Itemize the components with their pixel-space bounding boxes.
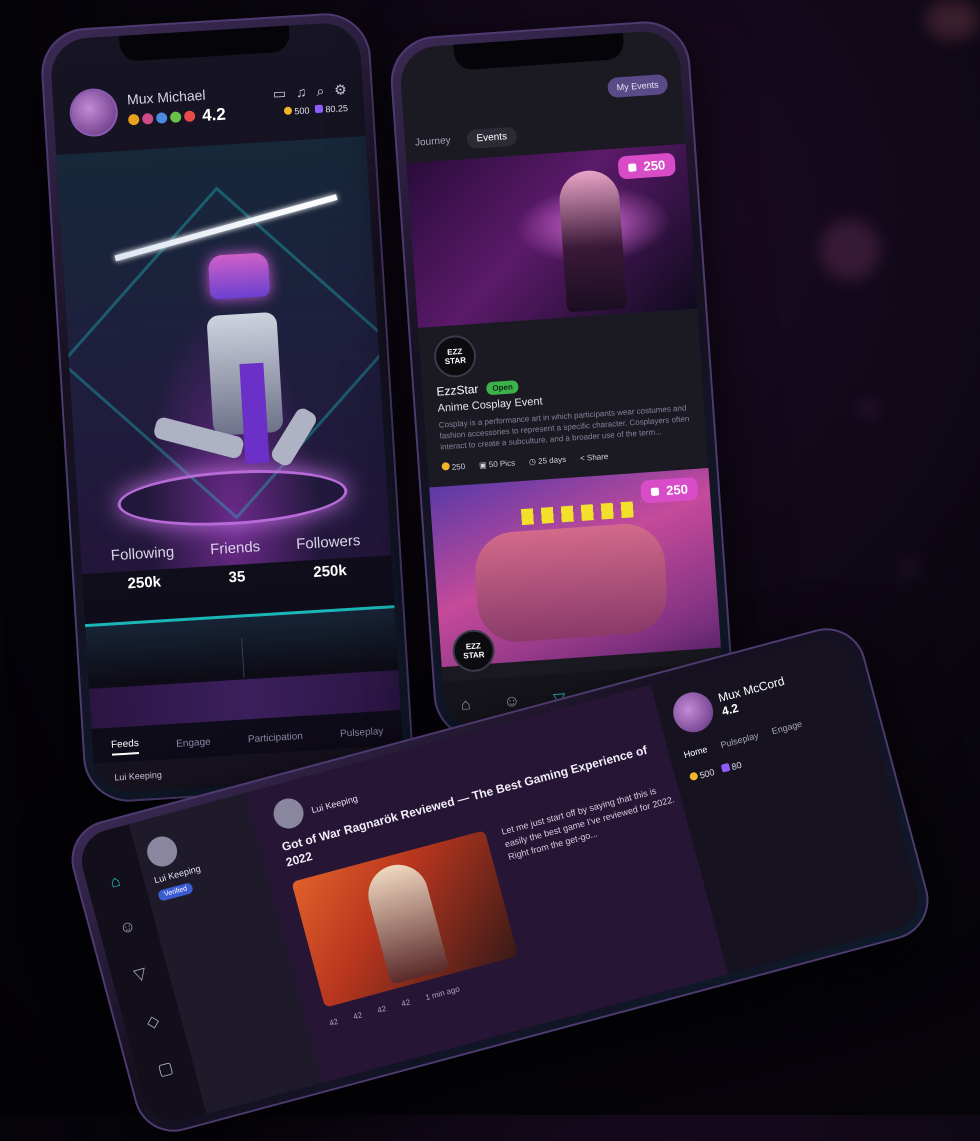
post-author: Lui Keeping: [310, 793, 359, 816]
avatar[interactable]: [668, 687, 718, 737]
user-name: Mux Michael: [126, 86, 206, 108]
tab-journey[interactable]: Journey: [415, 135, 451, 148]
divider-line: [241, 637, 245, 678]
event-duration: ◷ 25 days: [528, 454, 567, 466]
tab-pulseplay[interactable]: Pulseplay: [719, 730, 759, 750]
tab-participation[interactable]: Participation: [248, 730, 304, 744]
gem-icon: [650, 486, 660, 496]
gem-icon: [628, 162, 637, 172]
header-actions: ▭ ♫ ⌕ ⚙ 500 80.25: [272, 81, 348, 117]
coin-icon: [688, 771, 699, 782]
avatar[interactable]: [68, 87, 120, 139]
verified-tag: Verified: [157, 881, 195, 902]
events-screen: My Events Journey Events 250 EZZ STAR Ez…: [398, 29, 726, 732]
stat-friends[interactable]: Friends 35: [210, 538, 263, 587]
share-button[interactable]: < Share: [580, 451, 609, 462]
host-name: EzzStar: [435, 381, 479, 399]
balance: 500 80.25: [284, 103, 348, 117]
bell-icon[interactable]: ♫: [295, 84, 307, 102]
stat-following[interactable]: Following 250k: [110, 544, 176, 594]
tab-feeds[interactable]: Feeds: [110, 738, 140, 756]
phone-notch: [119, 25, 291, 62]
event-coins: 250: [441, 461, 465, 473]
robot-character: [114, 194, 339, 540]
badge-icon: [155, 112, 168, 124]
header-icons: ▭ ♫ ⌕ ⚙: [272, 81, 347, 102]
sidebar-profile: Mux McCord 4.2: [668, 653, 849, 737]
event-pics: ▣ 50 Pics: [478, 457, 516, 470]
stat-value: 250k: [127, 573, 162, 593]
background-glow: [900, 560, 916, 576]
badge-icon: [127, 113, 140, 126]
stat-label: Friends: [209, 538, 261, 559]
event-price-badge: 250: [640, 476, 699, 504]
phone-notch: [453, 32, 625, 71]
tab-engage[interactable]: Engage: [176, 736, 211, 749]
share-count[interactable]: 42: [376, 1004, 387, 1015]
tab-pulseplay[interactable]: Pulseplay: [340, 726, 384, 740]
gear-icon[interactable]: ⚙: [334, 81, 348, 99]
stat-label: Followers: [295, 532, 361, 554]
gem-balance: 80: [720, 760, 743, 775]
chat-icon[interactable]: ▭: [272, 85, 286, 103]
sidebar-user-info: Mux McCord 4.2: [717, 674, 790, 719]
event-price-badge: 250: [617, 152, 676, 180]
home-icon[interactable]: ⌂: [460, 696, 471, 715]
stat-followers[interactable]: Followers 250k: [296, 532, 363, 582]
robot-head: [207, 252, 271, 300]
background-glow: [820, 220, 880, 280]
comment-count[interactable]: 42: [352, 1010, 363, 1021]
profile-screen: Mux Michael 4.2 ▭ ♫ ⌕ ⚙ 500 80.25 Follow…: [49, 21, 405, 794]
user-badges: 4.2: [127, 104, 227, 130]
background-glow: [860, 400, 878, 418]
price-value: 250: [643, 157, 666, 174]
stat-label: Following: [110, 543, 175, 565]
neon-sign: [520, 500, 642, 526]
play-icon[interactable]: ▽: [132, 963, 149, 986]
badge-icon: [141, 112, 154, 125]
user-info: Mux Michael 4.2: [126, 85, 226, 130]
coin-icon: [284, 106, 293, 115]
bookmark-count[interactable]: 42: [400, 998, 411, 1009]
stat-value: 250k: [312, 562, 348, 582]
badge-icon: [169, 111, 182, 123]
avatar[interactable]: [270, 795, 307, 832]
my-events-button[interactable]: My Events: [607, 73, 669, 99]
post-time: 1 min ago: [424, 984, 461, 1003]
like-count[interactable]: 42: [328, 1017, 339, 1028]
stat-value: 35: [228, 568, 246, 587]
profile-hero-image: [56, 136, 394, 575]
background-glow: [925, 0, 980, 40]
home-icon[interactable]: ⌂: [109, 873, 123, 893]
tab-home[interactable]: Home: [683, 744, 709, 760]
friends-icon[interactable]: ☺: [118, 917, 138, 939]
gem-icon: [315, 104, 324, 114]
avatar[interactable]: [143, 833, 181, 870]
user-rating: 4.2: [201, 104, 227, 125]
cube-icon[interactable]: ◇: [144, 1010, 161, 1033]
badge-icon: [183, 110, 196, 123]
phone-profile: Mux Michael 4.2 ▭ ♫ ⌕ ⚙ 500 80.25 Follow…: [38, 10, 416, 805]
coin-balance: 500: [688, 767, 716, 783]
profile-header: Mux Michael 4.2 ▭ ♫ ⌕ ⚙ 500 80.25: [52, 61, 366, 150]
tab-events[interactable]: Events: [465, 126, 518, 149]
store-icon[interactable]: ▢: [156, 1057, 176, 1080]
gem-balance: 80.25: [315, 103, 348, 115]
gem-icon: [720, 762, 731, 773]
search-icon[interactable]: ⌕: [316, 82, 325, 99]
cosplayer-figure: [557, 168, 628, 313]
status-badge: Open: [485, 379, 520, 395]
balance: 500 80: [688, 728, 862, 783]
coin-icon: [441, 462, 450, 471]
host-logo[interactable]: EZZ STAR: [432, 333, 478, 379]
character-face: [472, 521, 670, 645]
phone-events: My Events Journey Events 250 EZZ STAR Ez…: [387, 18, 737, 743]
event-card-info: EZZ STAR EzzStar Open Anime Cosplay Even…: [418, 308, 708, 477]
character-figure: [361, 858, 450, 985]
coin-balance: 500: [284, 105, 310, 117]
price-value: 250: [665, 481, 689, 498]
event-card-image[interactable]: 250: [406, 143, 698, 328]
tab-engage[interactable]: Engage: [771, 719, 804, 737]
